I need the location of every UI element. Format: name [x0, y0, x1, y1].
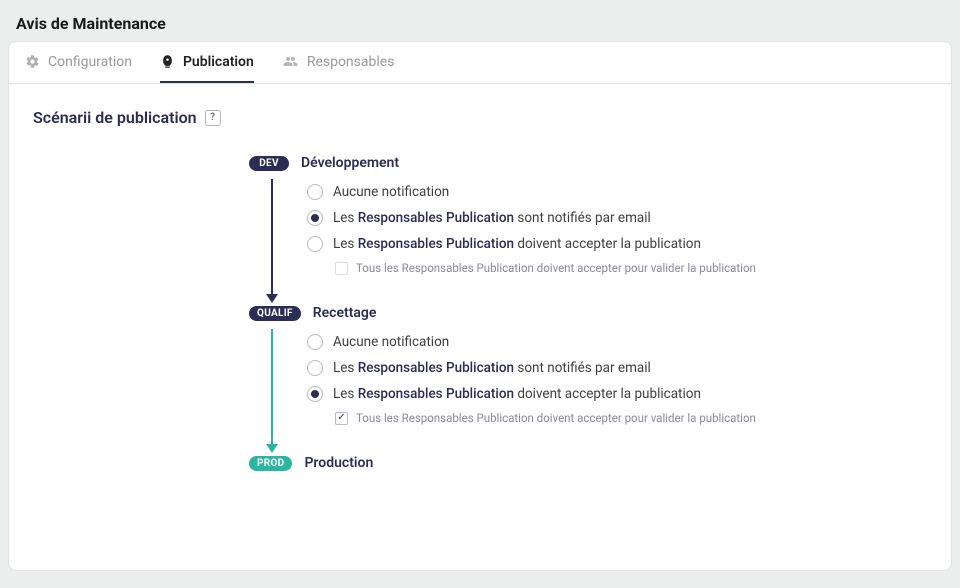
stage-dev: DEV Développement Aucune notification Le… — [249, 155, 951, 283]
gear-icon — [25, 54, 40, 69]
radio-label: Les Responsables Publication sont notifi… — [333, 210, 651, 226]
stage-dev-badge: DEV — [249, 156, 289, 171]
page-title: Avis de Maintenance — [16, 14, 944, 33]
checkbox-label: Tous les Responsables Publication doiven… — [356, 261, 756, 275]
radio-label: Les Responsables Publication doivent acc… — [333, 386, 701, 402]
page-header: Avis de Maintenance — [0, 0, 960, 41]
spacer — [249, 433, 951, 455]
responsables-link[interactable]: Responsables Publication — [358, 386, 514, 402]
radio-label: Les Responsables Publication sont notifi… — [333, 360, 651, 376]
tab-configuration[interactable]: Configuration — [25, 42, 132, 83]
dev-option-accept[interactable]: Les Responsables Publication doivent acc… — [307, 231, 951, 257]
checkbox-checked-icon — [335, 412, 348, 425]
dev-option-notify[interactable]: Les Responsables Publication sont notifi… — [307, 205, 951, 231]
stage-qualif-title: Recettage — [313, 305, 377, 321]
tab-responsables[interactable]: Responsables — [282, 42, 395, 83]
stage-qualif-options: Aucune notification Les Responsables Pub… — [263, 329, 951, 433]
stage-prod-title: Production — [304, 455, 373, 471]
checkbox-icon — [335, 262, 348, 275]
section-title-row: Scénarii de publication ? — [9, 84, 951, 131]
section-title: Scénarii de publication — [33, 108, 197, 127]
tab-label: Configuration — [48, 54, 132, 70]
radio-icon — [307, 334, 323, 350]
arrow-down-icon — [266, 294, 278, 303]
dev-all-accept-row[interactable]: Tous les Responsables Publication doiven… — [307, 257, 951, 283]
stage-prod-header: PROD Production — [249, 455, 951, 471]
text: Les — [333, 386, 358, 402]
radio-label: Aucune notification — [333, 184, 449, 200]
responsables-link[interactable]: Responsables Publication — [358, 236, 514, 252]
tab-label: Publication — [183, 54, 254, 70]
dev-option-none[interactable]: Aucune notification — [307, 179, 951, 205]
rocket-icon — [160, 54, 175, 69]
tab-label: Responsables — [307, 54, 395, 70]
radio-label: Les Responsables Publication doivent acc… — [333, 236, 701, 252]
text: sont notifiés par email — [514, 210, 651, 226]
stage-dev-options: Aucune notification Les Responsables Pub… — [263, 179, 951, 283]
text: sont notifiés par email — [514, 360, 651, 376]
radio-label: Aucune notification — [333, 334, 449, 350]
main-card: Configuration Publication Responsables S… — [8, 41, 952, 571]
checkbox-label: Tous les Responsables Publication doiven… — [356, 411, 756, 425]
text: Les — [333, 210, 358, 226]
radio-checked-icon — [307, 386, 323, 402]
text: Les — [333, 236, 358, 252]
spacer — [249, 283, 951, 305]
responsables-link[interactable]: Responsables Publication — [358, 360, 514, 376]
arrow-line-qualif — [271, 329, 273, 445]
tabs: Configuration Publication Responsables — [9, 42, 951, 84]
tab-publication[interactable]: Publication — [160, 42, 254, 83]
users-icon — [282, 54, 299, 69]
qualif-option-none[interactable]: Aucune notification — [307, 329, 951, 355]
radio-icon — [307, 184, 323, 200]
publication-flow: DEV Développement Aucune notification Le… — [9, 131, 951, 503]
stage-dev-title: Développement — [301, 155, 399, 171]
stage-prod: PROD Production — [249, 455, 951, 471]
stage-qualif: QUALIF Recettage Aucune notification Les… — [249, 305, 951, 433]
qualif-all-accept-row[interactable]: Tous les Responsables Publication doiven… — [307, 407, 951, 433]
arrow-line-dev — [271, 179, 273, 295]
text: Les — [333, 360, 358, 376]
arrow-down-icon — [266, 444, 278, 453]
stage-qualif-header: QUALIF Recettage — [249, 305, 951, 321]
radio-icon — [307, 360, 323, 376]
stage-prod-badge: PROD — [249, 456, 292, 471]
radio-checked-icon — [307, 210, 323, 226]
qualif-option-accept[interactable]: Les Responsables Publication doivent acc… — [307, 381, 951, 407]
stage-dev-header: DEV Développement — [249, 155, 951, 171]
qualif-option-notify[interactable]: Les Responsables Publication sont notifi… — [307, 355, 951, 381]
help-icon[interactable]: ? — [205, 110, 221, 126]
text: doivent accepter la publication — [514, 236, 701, 252]
text: doivent accepter la publication — [514, 386, 701, 402]
radio-icon — [307, 236, 323, 252]
stage-qualif-badge: QUALIF — [249, 306, 301, 321]
responsables-link[interactable]: Responsables Publication — [358, 210, 514, 226]
